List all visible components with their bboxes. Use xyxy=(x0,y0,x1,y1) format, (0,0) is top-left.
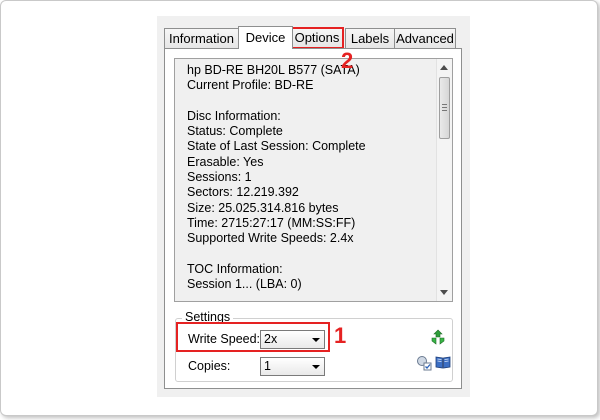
info-scrollbar[interactable] xyxy=(436,59,452,301)
tab-options[interactable]: Options xyxy=(290,27,344,49)
info-line: TOC Information: xyxy=(187,261,283,276)
info-line: hp BD-RE BH20L B577 (SATA) xyxy=(187,63,360,77)
info-line: Sectors: 12.219.392 xyxy=(187,185,299,200)
write-speed-highlight-box xyxy=(176,322,330,352)
copies-select[interactable]: 1 xyxy=(260,357,325,376)
info-line: Sessions: 1 xyxy=(187,170,252,185)
copies-value: 1 xyxy=(264,359,271,373)
scroll-down-arrow-icon[interactable] xyxy=(440,290,448,295)
info-line: Erasable: Yes xyxy=(187,154,264,169)
tab-information[interactable]: Information xyxy=(164,28,239,48)
scroll-up-arrow-icon[interactable] xyxy=(440,65,448,70)
info-line: Disc Information: xyxy=(187,108,281,123)
copies-label: Copies: xyxy=(188,359,231,373)
info-line: Size: 25.025.314.816 bytes xyxy=(187,200,339,215)
annotation-number-2: 2 xyxy=(341,48,354,73)
info-line: Supported Write Speeds: 2.4x xyxy=(187,231,354,246)
info-line xyxy=(187,94,442,109)
device-info-text: hp BD-RE BH20L B577 (SATA) Current Profi… xyxy=(187,63,442,292)
tab-device[interactable]: Device xyxy=(238,26,293,49)
info-line: Status: Complete xyxy=(187,124,283,139)
erase-disc-icon[interactable] xyxy=(430,329,446,350)
info-line: Session 1... (LBA: 0) xyxy=(187,277,302,292)
info-line: Time: 2715:27:17 (MM:SS:FF) xyxy=(187,215,356,230)
device-info-box[interactable]: hp BD-RE BH20L B577 (SATA) Current Profi… xyxy=(174,58,453,302)
verify-icon[interactable] xyxy=(416,355,432,376)
tab-advanced[interactable]: Advanced xyxy=(394,28,456,48)
chevron-down-icon xyxy=(312,365,320,369)
info-line xyxy=(187,247,442,262)
info-line: State of Last Session: Complete xyxy=(187,139,366,154)
annotation-number-1: 1 xyxy=(334,323,347,348)
tab-labels[interactable]: Labels xyxy=(345,28,395,48)
scrollbar-thumb[interactable] xyxy=(439,77,450,139)
book-icon[interactable] xyxy=(435,355,451,374)
info-line: Current Profile: BD-RE xyxy=(187,78,314,93)
